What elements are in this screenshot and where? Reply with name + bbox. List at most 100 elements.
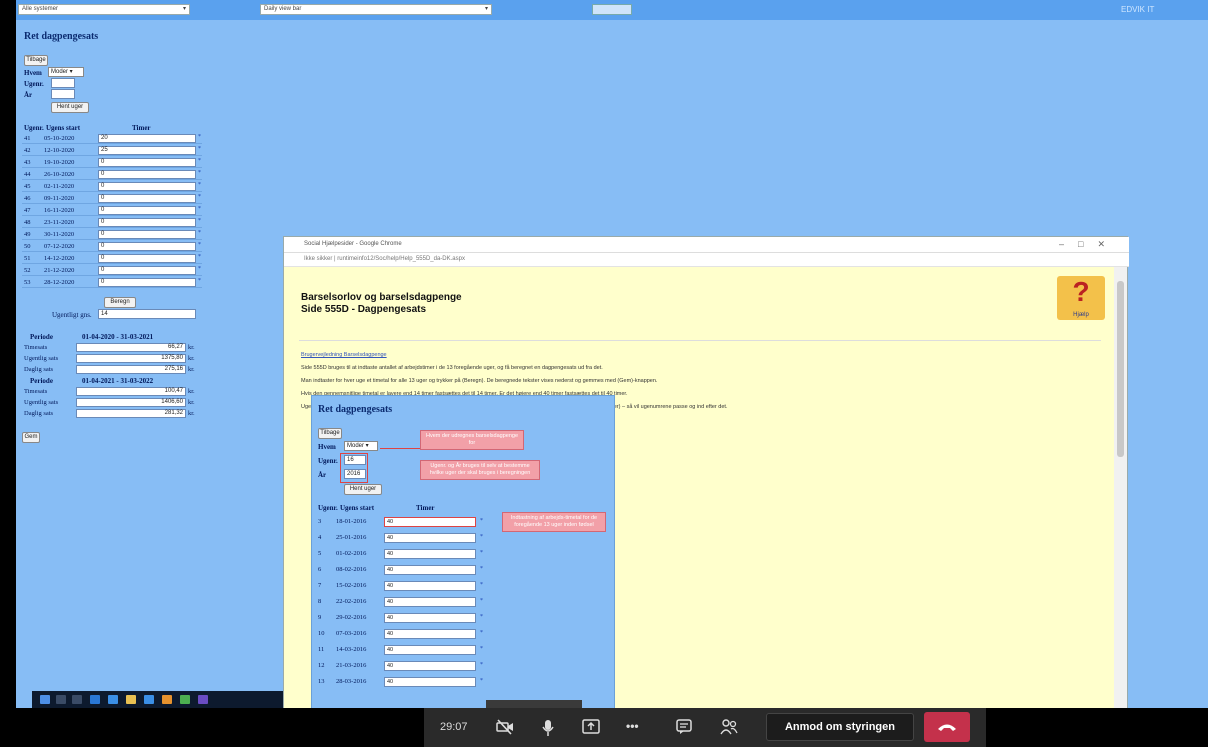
required-marker: * bbox=[480, 630, 483, 636]
help-label: Hjælp bbox=[1073, 312, 1089, 318]
week-start: 14-12-2020 bbox=[44, 255, 75, 262]
example-week-number: 13 bbox=[318, 678, 325, 685]
hours-input[interactable]: 0 bbox=[98, 170, 196, 179]
example-week-start: 14-03-2016 bbox=[336, 646, 367, 653]
guide-link[interactable]: Brugervejledning Barselsdagpenge bbox=[301, 352, 387, 358]
scrollbar[interactable] bbox=[1114, 267, 1127, 708]
help-heading-1: Barselsorlov og barselsdagpenge bbox=[301, 292, 462, 303]
edge-icon[interactable] bbox=[90, 695, 100, 704]
fetch-weeks-button[interactable]: Hent uger bbox=[51, 102, 89, 113]
required-marker: * bbox=[480, 550, 483, 556]
required-marker: * bbox=[198, 182, 201, 188]
rate-value: 281,32 bbox=[76, 409, 186, 418]
hours-input[interactable]: 0 bbox=[98, 158, 196, 167]
rate-row: Timesats 100,47 kr. bbox=[22, 387, 202, 397]
example-table-row: 3 18-01-2016 40 * bbox=[316, 516, 496, 528]
week-start: 19-10-2020 bbox=[44, 159, 75, 166]
ar-label: År bbox=[24, 91, 33, 99]
system-select[interactable]: Alle systemer ▾ bbox=[18, 4, 190, 15]
file-explorer-icon[interactable] bbox=[108, 695, 118, 704]
help-paragraph: Side 555D bruges til at indtaste antalle… bbox=[301, 365, 603, 371]
table-row: 41 05-10-2020 20 * bbox=[22, 134, 202, 144]
col-header-timer: Timer bbox=[132, 124, 151, 132]
period-header: Periode 01-04-2020 - 31-03-2021 bbox=[22, 332, 202, 342]
hours-input[interactable]: 0 bbox=[98, 182, 196, 191]
rate-unit: kr. bbox=[188, 344, 195, 351]
example-table-row: 6 08-02-2016 40 * bbox=[316, 564, 496, 576]
hours-input[interactable]: 0 bbox=[98, 278, 196, 287]
hours-input[interactable]: 0 bbox=[98, 206, 196, 215]
address-bar[interactable]: Ikke sikker | runtimeinfo12/Soc/help/Hel… bbox=[284, 253, 1129, 267]
table-row: 44 26-10-2020 0 * bbox=[22, 170, 202, 180]
example-back-button: Tilbage bbox=[318, 428, 342, 439]
avg-input[interactable]: 14 bbox=[98, 309, 196, 319]
back-button[interactable]: Tilbage bbox=[24, 55, 48, 66]
example-table-row: 8 22-02-2016 40 * bbox=[316, 596, 496, 608]
hvem-select[interactable]: Moder ▾ bbox=[48, 67, 84, 77]
hang-up-button[interactable] bbox=[924, 712, 970, 742]
search-icon[interactable] bbox=[56, 695, 66, 704]
hours-input[interactable]: 0 bbox=[98, 230, 196, 239]
microphone-icon[interactable] bbox=[541, 719, 555, 740]
example-ar-label: År bbox=[318, 471, 327, 479]
example-table-row: 10 07-03-2016 40 * bbox=[316, 628, 496, 640]
chevron-down-icon: ▾ bbox=[484, 6, 488, 12]
request-control-button[interactable]: Anmod om styringen bbox=[766, 713, 914, 741]
hours-input[interactable]: 20 bbox=[98, 134, 196, 143]
hours-input[interactable]: 0 bbox=[98, 266, 196, 275]
rate-label: Timesats bbox=[24, 388, 48, 395]
mail-icon[interactable] bbox=[144, 695, 154, 704]
week-start: 21-12-2020 bbox=[44, 267, 75, 274]
period-label: Periode bbox=[30, 333, 53, 341]
ugenr-input[interactable] bbox=[51, 78, 75, 88]
hours-input[interactable]: 0 bbox=[98, 242, 196, 251]
app-icon[interactable] bbox=[198, 695, 208, 704]
share-screen-icon[interactable] bbox=[582, 719, 600, 738]
calc-button[interactable]: Beregn bbox=[104, 297, 136, 308]
scrollbar-thumb[interactable] bbox=[1117, 281, 1124, 457]
period-header: Periode 01-04-2021 - 31-03-2022 bbox=[22, 376, 202, 386]
week-number: 51 bbox=[24, 255, 31, 262]
hours-input[interactable]: 0 bbox=[98, 194, 196, 203]
required-marker: * bbox=[198, 242, 201, 248]
hours-input[interactable]: 0 bbox=[98, 254, 196, 263]
annotation-who: Hvem der udregnes barselsdagpenge for bbox=[420, 430, 524, 450]
help-heading-2: Side 555D - Dagpengesats bbox=[301, 304, 427, 315]
camera-off-icon[interactable] bbox=[496, 719, 514, 738]
required-marker: * bbox=[480, 566, 483, 572]
more-icon[interactable]: ••• bbox=[626, 719, 639, 733]
rate-unit: kr. bbox=[188, 388, 195, 395]
windows-start-icon[interactable] bbox=[40, 695, 50, 704]
hours-input[interactable]: 25 bbox=[98, 146, 196, 155]
guide-link-line: Brugervejledning Barselsdagpenge bbox=[301, 352, 387, 358]
example-week-start: 15-02-2016 bbox=[336, 582, 367, 589]
table-row: 52 21-12-2020 0 * bbox=[22, 266, 202, 276]
view-select[interactable]: Daily view bar ▾ bbox=[260, 4, 492, 15]
app-icon[interactable] bbox=[180, 695, 190, 704]
window-controls[interactable]: –□✕ bbox=[1059, 239, 1119, 250]
rate-value: 1375,80 bbox=[76, 354, 186, 363]
week-start: 12-10-2020 bbox=[44, 147, 75, 154]
left-form-panel: Ret dagpengesats Tilbage Hvem Moder ▾ Ug… bbox=[16, 20, 216, 560]
example-col-header-ugenr: Ugenr. bbox=[318, 504, 338, 512]
task-view-icon[interactable] bbox=[72, 695, 82, 704]
week-start: 30-11-2020 bbox=[44, 231, 75, 238]
store-icon[interactable] bbox=[126, 695, 136, 704]
required-marker: * bbox=[198, 170, 201, 176]
ar-input[interactable] bbox=[51, 89, 75, 99]
required-marker: * bbox=[198, 206, 201, 212]
save-button[interactable]: Gem bbox=[22, 432, 40, 443]
example-fetch-button: Hent uger bbox=[344, 484, 382, 495]
app-icon[interactable] bbox=[162, 695, 172, 704]
toolbar-icons[interactable] bbox=[592, 4, 632, 15]
hours-input[interactable]: 0 bbox=[98, 218, 196, 227]
rate-label: Daglig sats bbox=[24, 366, 54, 373]
top-toolbar: Alle systemer ▾ Daily view bar ▾ EDVIK IT bbox=[16, 0, 1208, 20]
example-title: Ret dagpengesats bbox=[318, 404, 393, 415]
example-hours-input: 40 bbox=[384, 597, 476, 607]
system-select-value: Alle systemer bbox=[22, 6, 59, 12]
chat-icon[interactable] bbox=[676, 719, 692, 738]
example-hours-input: 40 bbox=[384, 677, 476, 687]
participants-icon[interactable] bbox=[720, 719, 738, 738]
example-week-start: 22-02-2016 bbox=[336, 598, 367, 605]
